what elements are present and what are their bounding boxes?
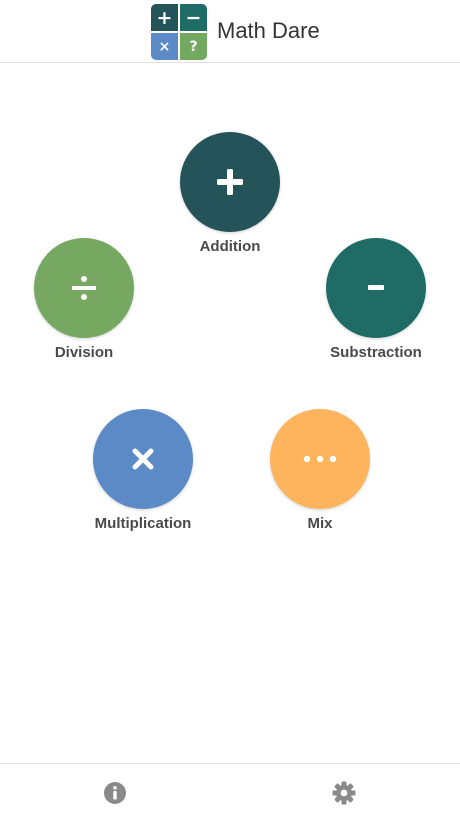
- addition-button[interactable]: [180, 132, 280, 232]
- times-icon: [132, 448, 154, 470]
- addition-label: Addition: [199, 238, 261, 255]
- substraction-option[interactable]: Substraction: [311, 238, 441, 361]
- logo-question-cell: ?: [180, 33, 207, 60]
- logo-times-cell: ×: [151, 33, 178, 60]
- division-label: Division: [54, 344, 114, 361]
- info-button[interactable]: [102, 780, 128, 806]
- addition-option[interactable]: Addition: [165, 132, 295, 255]
- app-logo: + − × ?: [151, 4, 207, 60]
- bottom-toolbar: [0, 763, 460, 818]
- logo-plus-cell: +: [151, 4, 178, 31]
- divide-icon: [72, 276, 96, 300]
- app-header: + − × ? Math Dare: [0, 0, 460, 63]
- minus-icon: [368, 285, 384, 290]
- mix-option[interactable]: Mix: [255, 409, 385, 532]
- division-button[interactable]: [34, 238, 134, 338]
- multiplication-label: Multiplication: [94, 515, 192, 532]
- ellipsis-icon: [303, 455, 337, 463]
- multiplication-option[interactable]: Multiplication: [78, 409, 208, 532]
- substraction-button[interactable]: [326, 238, 426, 338]
- plus-icon: [217, 169, 243, 195]
- mix-button[interactable]: [270, 409, 370, 509]
- multiplication-button[interactable]: [93, 409, 193, 509]
- info-icon: [104, 782, 126, 804]
- app-title: Math Dare: [217, 18, 320, 43]
- gear-icon: [332, 781, 356, 805]
- logo-minus-cell: −: [180, 4, 207, 31]
- mix-label: Mix: [307, 515, 333, 532]
- substraction-label: Substraction: [330, 344, 422, 361]
- division-option[interactable]: Division: [19, 238, 149, 361]
- settings-button[interactable]: [331, 780, 357, 806]
